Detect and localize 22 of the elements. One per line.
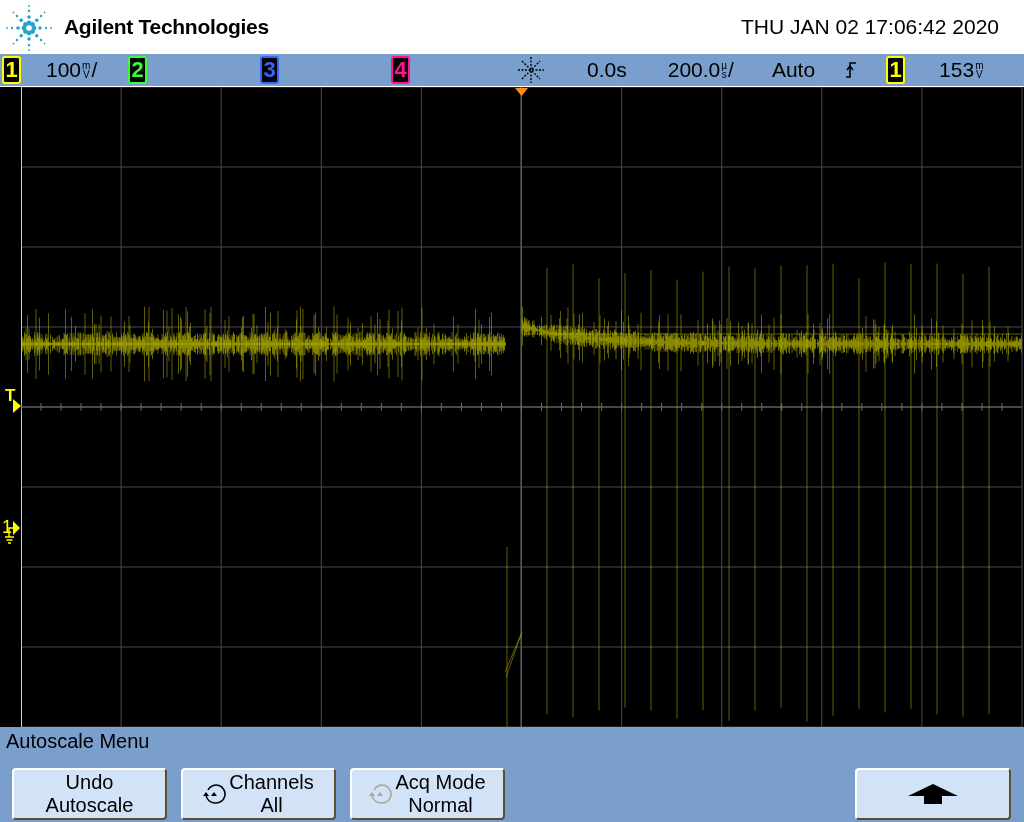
marker-arrow-icon	[13, 399, 21, 413]
up-arrow-icon	[908, 784, 958, 804]
trigger-mode: Auto	[771, 58, 816, 82]
ground-icon	[5, 521, 21, 545]
ground-marker: 1	[2, 518, 12, 536]
channel-indicator[interactable]: 1	[2, 56, 21, 84]
trigger-sweep-icon	[516, 55, 546, 85]
softkey-button[interactable]: Channels All	[181, 768, 336, 820]
rising-edge-icon	[845, 61, 858, 79]
softkey-button[interactable]: Undo Autoscale	[12, 768, 167, 820]
brand-name: Agilent Technologies	[64, 15, 269, 39]
trigger-level-marker: T	[5, 387, 16, 404]
time-delay: 0.0s	[587, 58, 627, 82]
channel-indicator[interactable]: 4	[391, 56, 410, 84]
channel-indicator[interactable]: 2	[128, 56, 147, 84]
menu-up-button[interactable]	[855, 768, 1011, 820]
channel-indicator[interactable]: 3	[260, 56, 279, 84]
trigger-source-indicator[interactable]: 1	[886, 56, 906, 84]
menu-title: Autoscale Menu	[5, 729, 151, 754]
softkey-button[interactable]: Acq Mode Normal	[350, 768, 505, 820]
date-time: THU JAN 02 17:06:42 2020	[741, 15, 999, 39]
logo-icon	[3, 3, 55, 53]
